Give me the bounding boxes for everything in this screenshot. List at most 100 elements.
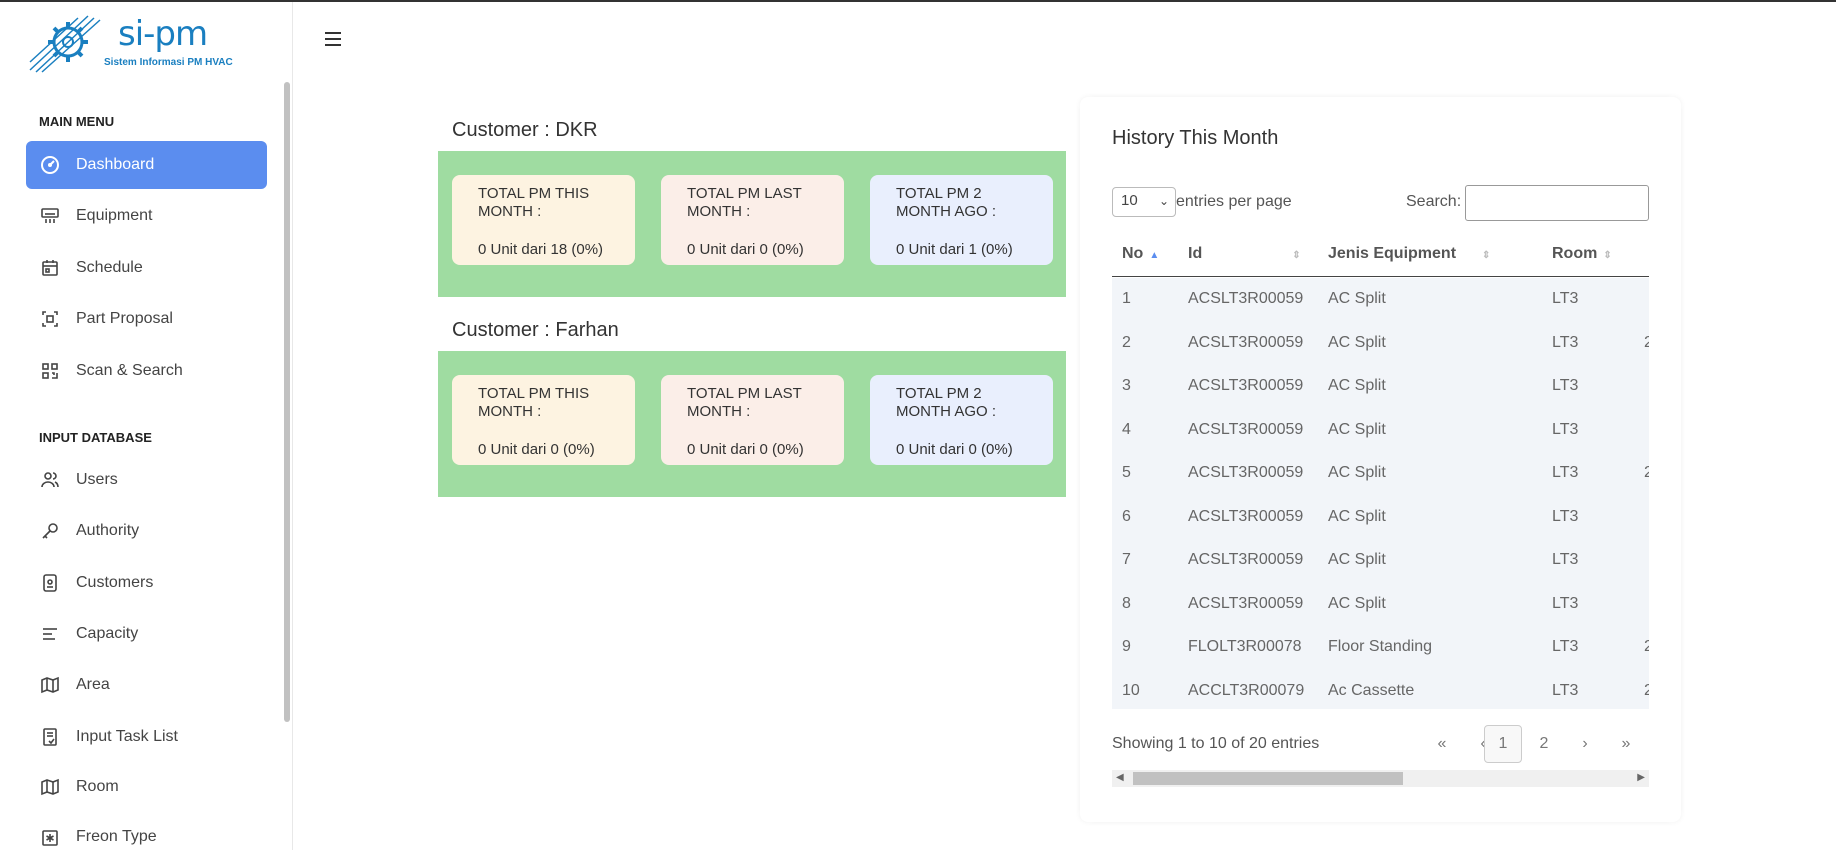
map-icon (40, 675, 60, 695)
page-first-button[interactable]: « (1423, 725, 1461, 763)
sidebar-item-label: Schedule (76, 259, 143, 276)
sidebar-item-label: Equipment (76, 207, 153, 224)
cell-jenis: AC Split (1328, 507, 1386, 525)
table-header: No ▲ Id ⇕ Jenis Equipment ⇕ Room ⇕ (1112, 231, 1649, 277)
search-input[interactable] (1465, 185, 1649, 221)
sidebar-item-customers[interactable]: Customers (26, 559, 267, 607)
scroll-thumb[interactable] (1133, 772, 1403, 785)
table-row[interactable]: 9 FLOLT3R00078 Floor Standing LT3 2 (1112, 626, 1649, 670)
entries-per-page-select[interactable]: 10 ⌄ (1112, 187, 1176, 217)
chevron-down-icon: ⌄ (1158, 194, 1169, 208)
sidebar-item-dashboard[interactable]: Dashboard (26, 141, 267, 189)
page-last-button[interactable]: » (1607, 725, 1645, 763)
asterisk-box-icon (40, 828, 60, 848)
sidebar-item-schedule[interactable]: Schedule (26, 244, 267, 292)
cell-no: 7 (1122, 551, 1131, 568)
focus-icon (40, 309, 60, 329)
column-header-room[interactable]: Room ⇕ (1552, 245, 1612, 263)
column-header-jenis[interactable]: Jenis Equipment ⇕ (1328, 245, 1490, 263)
customer-title: Customer : Farhan (452, 319, 619, 341)
stat-card-this-month: TOTAL PM THIS MONTH : 0 Unit dari 18 (0%… (452, 175, 635, 265)
stat-card-2-month-ago: TOTAL PM 2 MONTH AGO : 0 Unit dari 0 (0%… (870, 375, 1053, 465)
cell-no: 9 (1122, 638, 1131, 655)
stat-value: 0 Unit dari 1 (0%) (896, 241, 1013, 258)
cell-jenis: AC Split (1328, 594, 1386, 612)
cell-no: 4 (1122, 420, 1131, 438)
stat-label: TOTAL PM LAST MONTH : (687, 185, 802, 220)
cell-overflow: 2 (1644, 464, 1649, 481)
table-row[interactable]: 8 ACSLT3R00059 AC Split LT3 (1112, 582, 1649, 627)
table-row[interactable]: 10 ACCLT3R00079 Ac Cassette LT3 2 (1112, 669, 1649, 709)
column-header-no[interactable]: No ▲ (1122, 245, 1159, 263)
scroll-right-icon[interactable]: ▶ (1637, 772, 1645, 783)
cell-id: ACSLT3R00059 (1188, 507, 1304, 525)
sort-icon: ⇕ (1603, 250, 1612, 261)
stat-label: TOTAL PM 2 MONTH AGO : (896, 385, 997, 420)
cell-no: 5 (1122, 464, 1131, 481)
stat-label: TOTAL PM LAST MONTH : (687, 385, 802, 420)
sidebar-item-label: Authority (76, 522, 140, 539)
table-row[interactable]: 7 ACSLT3R00059 AC Split LT3 (1112, 539, 1649, 583)
cell-room: LT3 (1552, 333, 1579, 351)
stat-value: 0 Unit dari 0 (0%) (687, 441, 804, 458)
menu-toggle-button[interactable] (323, 30, 343, 48)
main-menu-label: MAIN MENU (39, 114, 115, 129)
cell-id: FLOLT3R00078 (1188, 638, 1302, 655)
page-1-button[interactable]: 1 (1484, 725, 1522, 763)
entries-label: entries per page (1176, 193, 1292, 210)
sidebar-item-equipment[interactable]: Equipment (26, 192, 267, 240)
cell-jenis: AC Split (1328, 290, 1386, 307)
sidebar-item-capacity[interactable]: Capacity (26, 610, 267, 658)
sidebar-item-input-task-list[interactable]: Input Task List (26, 713, 267, 761)
sidebar-item-authority[interactable]: Authority (26, 507, 267, 555)
sidebar-item-label: Users (76, 471, 118, 488)
sidebar-item-label: Dashboard (76, 156, 155, 173)
page-2-button[interactable]: 2 (1525, 725, 1563, 763)
cell-room: LT3 (1552, 638, 1579, 655)
table-horizontal-scrollbar[interactable]: ◀ ▶ (1112, 770, 1649, 787)
cell-overflow: 2 (1644, 681, 1649, 699)
stat-value: 0 Unit dari 0 (0%) (478, 441, 595, 458)
sidebar-item-label: Scan & Search (76, 362, 183, 379)
column-header-id[interactable]: Id ⇕ (1188, 245, 1301, 263)
air-conditioner-icon (40, 206, 60, 226)
cell-jenis: AC Split (1328, 420, 1386, 438)
cell-room: LT3 (1552, 290, 1579, 307)
cell-overflow: 2 (1644, 333, 1649, 351)
table-row[interactable]: 2 ACSLT3R00059 AC Split LT3 2 (1112, 321, 1649, 366)
table-row[interactable]: 6 ACSLT3R00059 AC Split LT3 (1112, 495, 1649, 540)
key-icon (40, 521, 60, 541)
logo[interactable]: si-pm Sistem Informasi PM HVAC (28, 10, 233, 74)
sidebar-item-part-proposal[interactable]: Part Proposal (26, 295, 267, 343)
cell-jenis: AC Split (1328, 377, 1386, 394)
cell-id: ACSLT3R00059 (1188, 333, 1304, 351)
stat-value: 0 Unit dari 18 (0%) (478, 241, 604, 258)
dashboard-icon (40, 155, 60, 175)
align-left-icon (40, 624, 60, 644)
table-row[interactable]: 4 ACSLT3R00059 AC Split LT3 (1112, 408, 1649, 453)
table-row[interactable]: 5 ACSLT3R00059 AC Split LT3 2 (1112, 452, 1649, 496)
sidebar-item-area[interactable]: Area (26, 661, 267, 709)
cell-room: LT3 (1552, 594, 1579, 612)
sidebar-scrollbar[interactable] (284, 82, 290, 722)
sidebar-item-users[interactable]: Users (26, 456, 267, 504)
qr-code-icon (40, 361, 60, 381)
logo-text: si-pm (118, 14, 208, 54)
table-row[interactable]: 1 ACSLT3R00059 AC Split LT3 (1112, 278, 1649, 322)
cell-room: LT3 (1552, 420, 1579, 438)
cell-jenis: AC Split (1328, 464, 1386, 481)
table-row[interactable]: 3 ACSLT3R00059 AC Split LT3 (1112, 365, 1649, 409)
cell-jenis: AC Split (1328, 551, 1386, 568)
sidebar-item-room[interactable]: Room (26, 763, 267, 811)
cell-id: ACSLT3R00059 (1188, 420, 1304, 438)
stat-card-last-month: TOTAL PM LAST MONTH : 0 Unit dari 0 (0%) (661, 375, 844, 465)
sidebar-item-freon-type[interactable]: Freon Type (26, 814, 267, 850)
scroll-left-icon[interactable]: ◀ (1116, 772, 1124, 783)
sidebar-item-scan-search[interactable]: Scan & Search (26, 347, 267, 395)
sidebar-item-label: Part Proposal (76, 310, 173, 327)
page-next-button[interactable]: › (1566, 725, 1604, 763)
logo-subtitle: Sistem Informasi PM HVAC (104, 57, 233, 68)
sort-asc-icon: ▲ (1149, 250, 1160, 261)
cell-no: 6 (1122, 507, 1131, 525)
entries-value: 10 (1121, 192, 1138, 209)
